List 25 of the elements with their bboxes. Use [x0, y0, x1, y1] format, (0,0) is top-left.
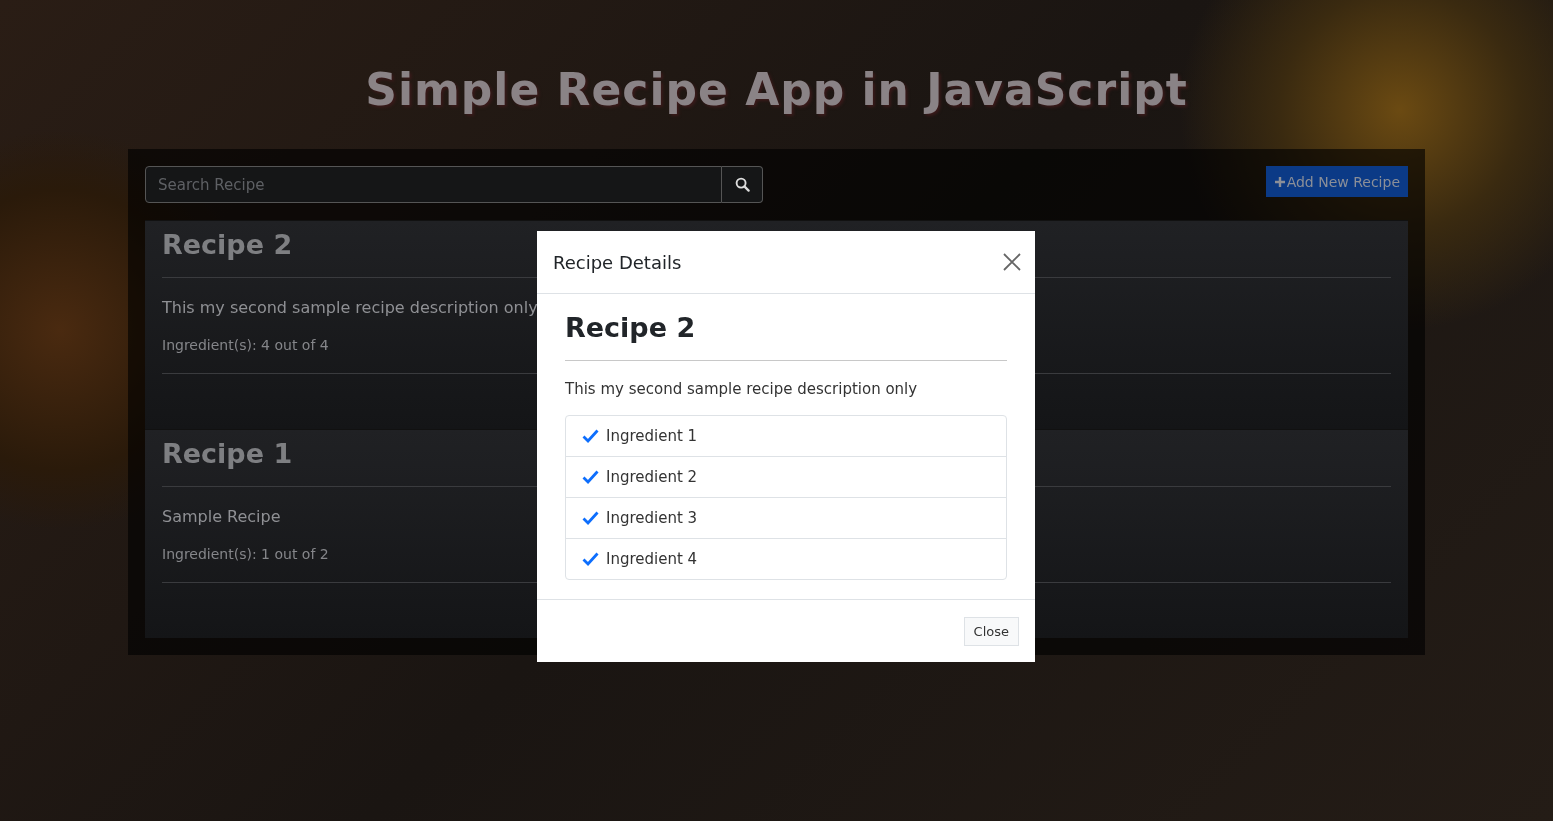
search-field[interactable]: Search Recipe: [145, 166, 722, 203]
recipe-title: Recipe 1: [162, 438, 293, 471]
recipe-title: Recipe 2: [162, 229, 293, 262]
search-button[interactable]: [722, 166, 763, 203]
ingredient-count: Ingredient(s): 4 out of 4: [162, 337, 329, 353]
recipe-description: Sample Recipe: [162, 507, 281, 526]
check-icon: [582, 429, 599, 443]
plus-icon: [1273, 175, 1286, 188]
recipe-description: This my second sample recipe description only: [565, 380, 918, 398]
recipe-description: This my second sample recipe description only: [162, 298, 538, 317]
page-title: Simple Recipe App in JavaScript: [365, 64, 1188, 117]
check-icon: [582, 552, 599, 566]
recipe-title: Recipe 2: [565, 312, 696, 345]
check-icon: [582, 470, 599, 484]
ingredient-item[interactable]: Ingredient 4: [566, 538, 1006, 579]
close-button[interactable]: [1003, 253, 1021, 271]
ingredient-count: Ingredient(s): 1 out of 2: [162, 546, 329, 562]
ingredient-item[interactable]: Ingredient 3: [566, 497, 1006, 538]
check-icon: [582, 511, 599, 525]
ingredient-item[interactable]: Ingredient 1: [566, 416, 1006, 456]
close-button[interactable]: Close: [963, 616, 1019, 646]
close-icon: [1003, 253, 1021, 271]
ingredient-item[interactable]: Ingredient 2: [566, 456, 1006, 497]
search-icon: [734, 177, 750, 192]
dialog-title: Recipe Details: [553, 251, 682, 273]
